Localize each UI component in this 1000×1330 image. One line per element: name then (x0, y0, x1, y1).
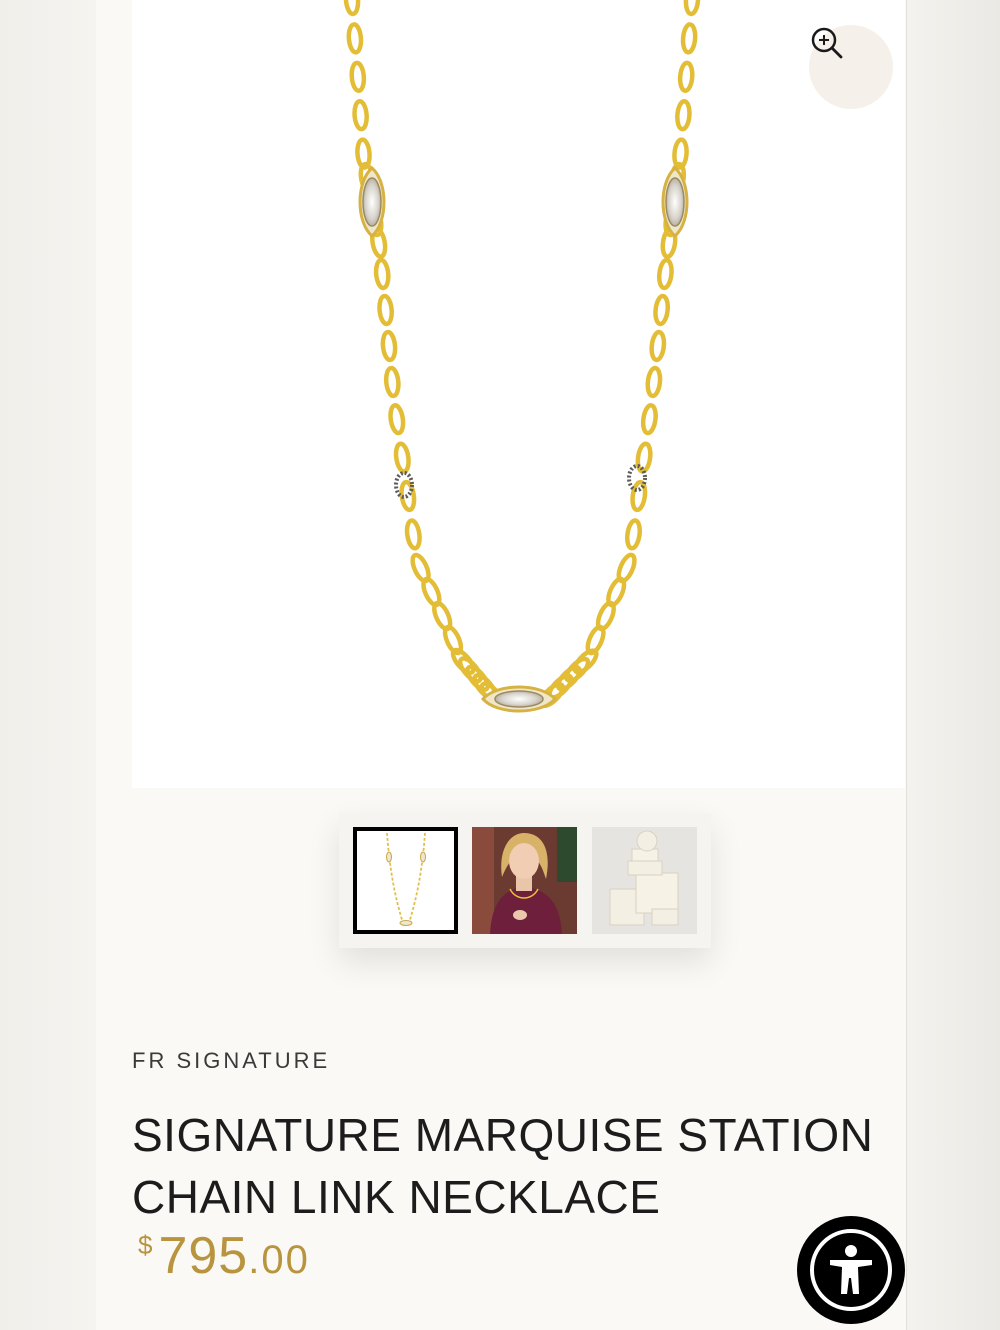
thumbnail-strip (339, 813, 711, 948)
chain-link (640, 403, 658, 436)
price-cents: .00 (248, 1238, 310, 1282)
chain-link (377, 293, 394, 327)
chain-link (404, 518, 422, 551)
zoom-button[interactable] (809, 25, 893, 109)
chain-link (349, 60, 367, 94)
chain-link (343, 0, 361, 17)
necklace-thumbnail-image (386, 832, 426, 926)
chain-link (680, 22, 698, 55)
model-thumbnail-image (472, 827, 577, 934)
brand-label[interactable]: FR SIGNATURE (132, 1048, 330, 1074)
accessibility-ring (810, 1229, 892, 1311)
chain-link (657, 257, 674, 291)
chain-link (645, 365, 663, 399)
accessibility-icon (830, 1245, 872, 1294)
price-whole: 795 (158, 1227, 249, 1285)
product-title-line-1: SIGNATURE MARQUISE STATION (132, 1109, 874, 1161)
chain-link (683, 0, 701, 17)
product-main-image[interactable] (132, 0, 905, 788)
necklace-image (343, 0, 701, 713)
zoom-in-icon (811, 27, 843, 59)
thumbnail-packaging[interactable] (592, 827, 697, 934)
product-title: SIGNATURE MARQUISE STATION CHAIN LINK NE… (132, 1104, 892, 1228)
chain-link (625, 518, 642, 551)
accessibility-button[interactable] (797, 1216, 905, 1324)
packaging-thumbnail-image (592, 827, 697, 934)
chain-link (653, 293, 670, 327)
chain-link (380, 329, 398, 363)
product-price: $795.00 (138, 1226, 310, 1286)
chain-link (677, 60, 695, 94)
chain-link (352, 98, 369, 132)
chain-link (373, 257, 391, 291)
chain-link (630, 479, 648, 513)
chain-link (346, 22, 364, 55)
product-title-line-2: CHAIN LINK NECKLACE (132, 1171, 661, 1223)
chain-link (393, 441, 411, 474)
chain-link (675, 98, 692, 132)
thumbnail-model[interactable] (472, 827, 577, 934)
chain-link (649, 329, 667, 363)
chain-link (383, 365, 401, 399)
thumbnail-necklace[interactable] (353, 827, 458, 934)
chain-link (388, 403, 406, 436)
price-currency: $ (138, 1230, 153, 1260)
